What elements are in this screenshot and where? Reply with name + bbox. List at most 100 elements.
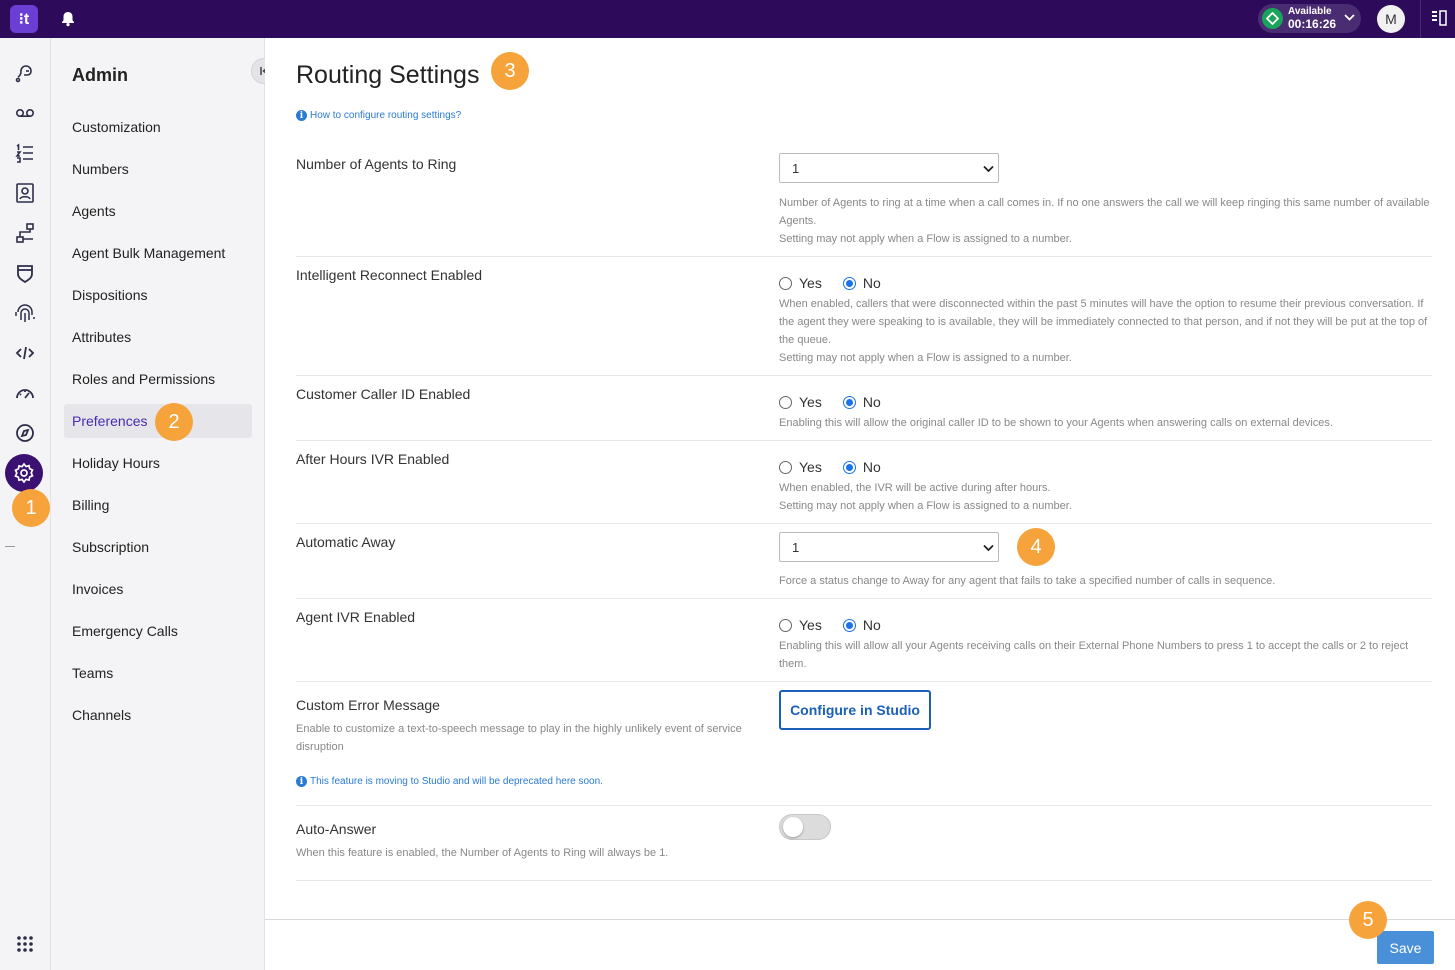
chevron-down-icon: [983, 165, 994, 173]
agents-to-ring-label: Number of Agents to Ring: [296, 156, 457, 172]
conversations-icon[interactable]: [12, 60, 38, 86]
code-icon[interactable]: [12, 340, 38, 366]
row-divider: [296, 375, 1432, 376]
agent-ivr-yes-radio[interactable]: [779, 618, 792, 632]
help-link[interactable]: i How to configure routing settings?: [296, 110, 461, 121]
help-link-text[interactable]: How to configure routing settings?: [310, 110, 461, 121]
sidebar-item-invoices[interactable]: Invoices: [64, 572, 252, 606]
agents-to-ring-desc-2: Setting may not apply when a Flow is ass…: [779, 233, 1072, 245]
sidebar-item-dispositions[interactable]: Dispositions: [64, 278, 252, 312]
user-avatar[interactable]: M: [1377, 5, 1405, 33]
agent-ivr-label: Agent IVR Enabled: [296, 609, 416, 625]
yes-label: Yes: [799, 394, 822, 410]
agents-to-ring-select[interactable]: 1: [779, 153, 999, 183]
after-hours-ivr-yes-radio[interactable]: [779, 460, 792, 474]
yes-label: Yes: [799, 617, 822, 633]
after-hours-ivr-no-radio[interactable]: [842, 460, 856, 474]
status-timer: 00:16:26: [1288, 17, 1337, 31]
custom-error-subtext: Enable to customize a text-to-speech mes…: [296, 723, 742, 753]
sidebar-item-agent-bulk-management[interactable]: Agent Bulk Management: [64, 236, 252, 270]
after-hours-ivr-label: After Hours IVR Enabled: [296, 451, 450, 467]
no-label: No: [862, 617, 881, 633]
no-label: No: [862, 394, 881, 410]
intelligent-reconnect-radio-group: Yes No: [779, 275, 902, 291]
caller-id-description: Enabling this will allow the original ca…: [779, 417, 1333, 429]
intelligent-reconnect-yes-radio[interactable]: [779, 276, 792, 290]
sidebar-item-attributes[interactable]: Attributes: [64, 320, 252, 354]
sidebar-item-customization[interactable]: Customization: [64, 110, 252, 144]
agent-status-dropdown[interactable]: Available 00:16:26: [1258, 4, 1361, 33]
settings-icon[interactable]: [5, 454, 43, 492]
no-label: No: [862, 275, 881, 291]
sidebar-item-numbers[interactable]: Numbers: [64, 152, 252, 186]
admin-sidebar: Admin Customization Numbers Agents Agent…: [51, 38, 277, 970]
list-icon[interactable]: [12, 140, 38, 166]
sidebar-item-emergency-calls[interactable]: Emergency Calls: [64, 614, 252, 648]
dashboard-icon[interactable]: [12, 380, 38, 406]
chevron-down-icon: [1344, 14, 1355, 21]
step-badge-2: 2: [155, 403, 193, 441]
custom-error-label: Custom Error Message: [296, 697, 440, 713]
side-panel-icon[interactable]: [1431, 10, 1447, 26]
sidebar-item-channels[interactable]: Channels: [64, 698, 252, 732]
sidebar-item-billing[interactable]: Billing: [64, 488, 252, 522]
yes-label: Yes: [799, 459, 822, 475]
automatic-away-select[interactable]: 1: [779, 532, 999, 562]
save-button[interactable]: Save: [1377, 931, 1434, 964]
caller-id-yes-radio[interactable]: [779, 395, 792, 409]
contacts-icon[interactable]: [12, 180, 38, 206]
sidebar-item-subscription[interactable]: Subscription: [64, 530, 252, 564]
footer-divider: [265, 919, 1455, 920]
voicemail-icon[interactable]: [12, 100, 38, 126]
agents-to-ring-desc-1: Number of Agents to ring at a time when …: [779, 197, 1430, 227]
agent-ivr-radio-group: Yes No: [779, 617, 902, 633]
sidebar-item-agents[interactable]: Agents: [64, 194, 252, 228]
compass-icon[interactable]: [12, 420, 38, 446]
after-hours-ivr-desc-2: Setting may not apply when a Flow is ass…: [779, 500, 1072, 512]
intelligent-reconnect-no-radio[interactable]: [842, 276, 856, 290]
shield-icon[interactable]: [12, 260, 38, 286]
page-title: Routing Settings: [296, 61, 480, 89]
top-bar: ⁝t Available 00:16:26 M: [0, 0, 1455, 38]
after-hours-ivr-desc-1: When enabled, the IVR will be active dur…: [779, 482, 1051, 494]
flows-icon[interactable]: [12, 220, 38, 246]
caller-id-radio-group: Yes No: [779, 394, 902, 410]
deprecation-notice[interactable]: i This feature is moving to Studio and w…: [296, 776, 603, 787]
main-content: Routing Settings i How to configure rout…: [265, 38, 1455, 970]
info-icon: i: [296, 110, 307, 121]
caller-id-label: Customer Caller ID Enabled: [296, 386, 471, 402]
fingerprint-icon[interactable]: [12, 300, 38, 326]
row-divider: [296, 440, 1432, 441]
rail-divider: [5, 546, 15, 547]
agents-to-ring-description: Number of Agents to ring at a time when …: [779, 194, 1434, 248]
intelligent-reconnect-description: When enabled, callers that were disconne…: [779, 295, 1434, 367]
row-divider: [296, 681, 1432, 682]
automatic-away-description: Force a status change to Away for any ag…: [779, 575, 1276, 587]
top-divider: [1420, 0, 1421, 38]
automatic-away-value: 1: [792, 539, 800, 555]
sidebar-item-roles-and-permissions[interactable]: Roles and Permissions: [64, 362, 252, 396]
caller-id-no-radio[interactable]: [842, 395, 856, 409]
intelligent-reconnect-desc-1: When enabled, callers that were disconne…: [779, 298, 1428, 346]
auto-answer-label: Auto-Answer: [296, 821, 377, 837]
app-logo[interactable]: ⁝t: [10, 5, 38, 33]
agent-ivr-no-radio[interactable]: [842, 618, 856, 632]
after-hours-ivr-radio-group: Yes No: [779, 459, 902, 475]
auto-answer-subtext: When this feature is enabled, the Number…: [296, 847, 669, 859]
no-label: No: [862, 459, 881, 475]
agents-to-ring-value: 1: [792, 160, 800, 176]
row-divider: [296, 598, 1432, 599]
deprecation-notice-text[interactable]: This feature is moving to Studio and wil…: [310, 776, 603, 787]
configure-in-studio-button[interactable]: Configure in Studio: [779, 690, 931, 730]
bell-icon[interactable]: [58, 9, 78, 29]
sidebar-item-teams[interactable]: Teams: [64, 656, 252, 690]
row-divider: [296, 805, 1432, 806]
auto-answer-toggle[interactable]: [779, 814, 831, 840]
step-badge-4: 4: [1017, 528, 1055, 566]
sidebar-item-holiday-hours[interactable]: Holiday Hours: [64, 446, 252, 480]
apps-grid-icon[interactable]: [12, 931, 38, 957]
info-icon: i: [296, 776, 307, 787]
step-badge-1: 1: [12, 489, 50, 527]
chevron-down-icon: [983, 544, 994, 552]
row-divider: [296, 256, 1432, 257]
